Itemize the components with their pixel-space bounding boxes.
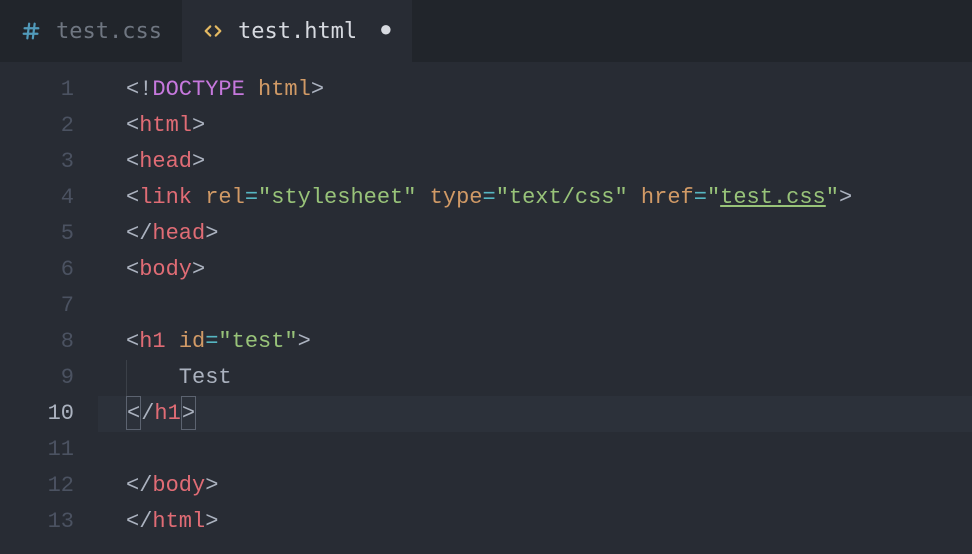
token-punct: >: [192, 257, 205, 282]
token-text: [416, 185, 429, 210]
token-punct: >: [205, 473, 218, 498]
line-number: 10: [0, 396, 98, 432]
token-attr: id: [179, 329, 205, 354]
token-punct: <: [126, 329, 139, 354]
code-line[interactable]: [98, 432, 972, 468]
token-text: Test: [126, 365, 232, 390]
token-string-u: test.css: [720, 185, 826, 210]
token-text: [192, 185, 205, 210]
line-number: 13: [0, 504, 98, 540]
token-tag: head: [152, 221, 205, 246]
token-oper: =: [205, 329, 218, 354]
token-string: "test": [218, 329, 297, 354]
code-line[interactable]: Test: [98, 360, 972, 396]
token-oper: =: [482, 185, 495, 210]
line-number: 6: [0, 252, 98, 288]
token-punct: >: [205, 509, 218, 534]
code-line[interactable]: <link rel="stylesheet" type="text/css" h…: [98, 180, 972, 216]
code-line[interactable]: </body>: [98, 468, 972, 504]
line-number: 4: [0, 180, 98, 216]
line-number: 8: [0, 324, 98, 360]
token-tag: head: [139, 149, 192, 174]
token-string: "text/css": [496, 185, 628, 210]
tab-test-html[interactable]: test.html ●: [182, 0, 412, 62]
code-editor[interactable]: 12345678910111213 <!DOCTYPE html><html><…: [0, 62, 972, 554]
token-oper: =: [694, 185, 707, 210]
token-punct: >: [205, 221, 218, 246]
token-string: ": [826, 185, 839, 210]
token-doctype: DOCTYPE: [152, 77, 244, 102]
code-line[interactable]: <body>: [98, 252, 972, 288]
token-text: [628, 185, 641, 210]
code-line[interactable]: <head>: [98, 144, 972, 180]
hash-icon: [20, 20, 42, 42]
token-punct: <: [126, 257, 139, 282]
token-tag: body: [152, 473, 205, 498]
bracket-match-highlight: >: [181, 396, 196, 430]
line-number: 9: [0, 360, 98, 396]
token-punct: <: [126, 185, 139, 210]
token-tag: link: [139, 185, 192, 210]
token-oper: =: [245, 185, 258, 210]
token-string: ": [707, 185, 720, 210]
code-line[interactable]: <!DOCTYPE html>: [98, 72, 972, 108]
line-number: 1: [0, 72, 98, 108]
token-text: [245, 77, 258, 102]
code-line[interactable]: [98, 288, 972, 324]
token-punct: >: [311, 77, 324, 102]
code-line[interactable]: </h1>: [98, 396, 972, 432]
line-number: 12: [0, 468, 98, 504]
token-punct: </: [126, 221, 152, 246]
indent-guide: [126, 360, 127, 396]
token-attr: html: [258, 77, 311, 102]
bracket-match-highlight: <: [126, 396, 141, 430]
token-punct: </: [126, 509, 152, 534]
token-punct: <: [126, 77, 139, 102]
token-punct: >: [192, 149, 205, 174]
code-line[interactable]: <h1 id="test">: [98, 324, 972, 360]
token-tag: body: [139, 257, 192, 282]
tab-label: test.html: [238, 19, 357, 44]
token-punct: /: [141, 401, 154, 426]
token-punct: >: [298, 329, 311, 354]
line-number: 2: [0, 108, 98, 144]
tab-bar: test.css test.html ●: [0, 0, 972, 62]
code-line[interactable]: </html>: [98, 504, 972, 540]
token-string: "stylesheet": [258, 185, 416, 210]
token-punct: !: [139, 77, 152, 102]
line-number: 11: [0, 432, 98, 468]
code-line[interactable]: <html>: [98, 108, 972, 144]
tab-label: test.css: [56, 19, 162, 44]
token-punct: <: [126, 149, 139, 174]
line-number-gutter: 12345678910111213: [0, 62, 98, 554]
token-punct: >: [839, 185, 852, 210]
token-attr: rel: [205, 185, 245, 210]
tab-test-css[interactable]: test.css: [0, 0, 182, 62]
token-punct: </: [126, 473, 152, 498]
token-punct: <: [126, 113, 139, 138]
dirty-indicator-icon[interactable]: ●: [379, 20, 392, 42]
token-attr: type: [430, 185, 483, 210]
code-icon: [202, 20, 224, 42]
token-punct: >: [192, 113, 205, 138]
token-tag: h1: [154, 401, 180, 426]
code-line[interactable]: </head>: [98, 216, 972, 252]
line-number: 5: [0, 216, 98, 252]
line-number: 3: [0, 144, 98, 180]
line-number: 7: [0, 288, 98, 324]
token-tag: h1: [139, 329, 165, 354]
token-attr: href: [641, 185, 694, 210]
token-tag: html: [152, 509, 205, 534]
code-area[interactable]: <!DOCTYPE html><html><head><link rel="st…: [98, 62, 972, 554]
token-text: [166, 329, 179, 354]
token-tag: html: [139, 113, 192, 138]
